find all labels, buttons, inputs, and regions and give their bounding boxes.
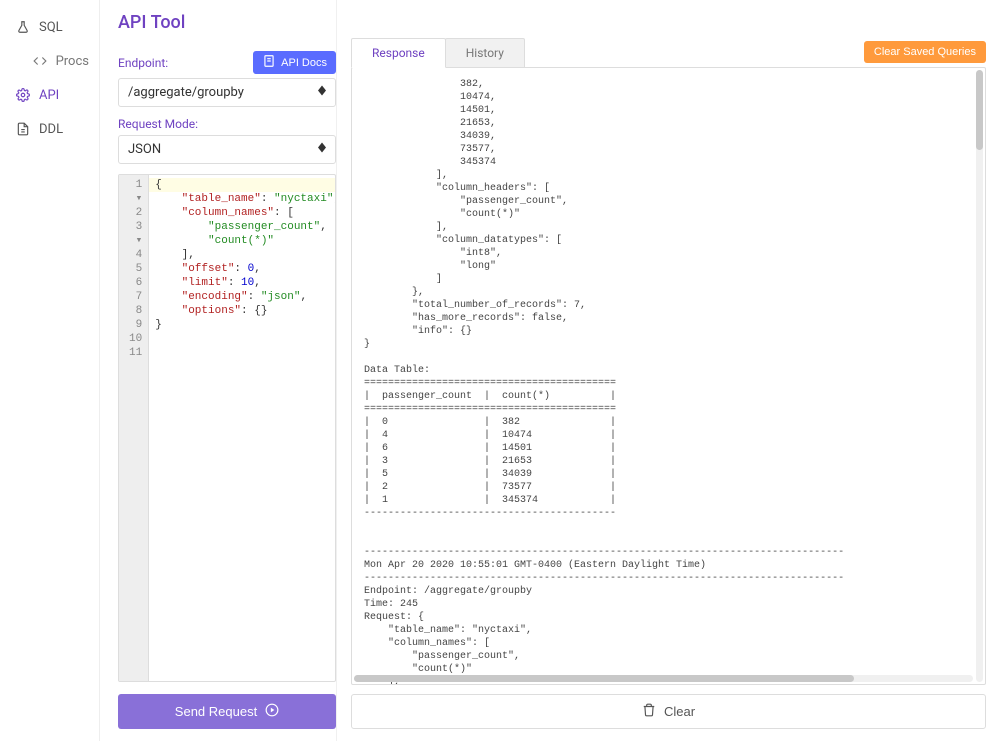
editor-body[interactable]: { "table_name": "nyctaxi", "column_names… bbox=[149, 175, 336, 681]
response-output[interactable]: 382, 10474, 14501, 21653, 34039, 73577, … bbox=[351, 67, 986, 685]
page-title: API Tool bbox=[118, 12, 336, 33]
tab-history[interactable]: History bbox=[445, 38, 525, 67]
document-icon bbox=[15, 121, 31, 137]
request-panel: API Tool Endpoint: API Docs /aggregate/g… bbox=[100, 0, 337, 741]
editor-gutter: 1 ▾2 3 ▾4 5 6 7 8 9 10 11 bbox=[119, 175, 149, 681]
sidebar-item-label: API bbox=[39, 88, 59, 103]
tabs: Response History bbox=[351, 38, 524, 67]
gear-icon bbox=[15, 87, 31, 103]
doc-icon bbox=[262, 54, 276, 71]
request-editor[interactable]: 1 ▾2 3 ▾4 5 6 7 8 9 10 11 { "table_name"… bbox=[118, 174, 336, 682]
clear-button[interactable]: Clear bbox=[351, 694, 986, 729]
main-content: API Tool Endpoint: API Docs /aggregate/g… bbox=[100, 0, 1000, 741]
trash-icon bbox=[642, 703, 656, 720]
send-request-button[interactable]: Send Request bbox=[118, 694, 336, 729]
play-icon bbox=[265, 703, 279, 720]
request-mode-label: Request Mode: bbox=[118, 117, 198, 131]
sidebar-item-sql[interactable]: SQL bbox=[0, 10, 99, 44]
sidebar-item-label: DDL bbox=[39, 122, 63, 137]
tab-response[interactable]: Response bbox=[351, 38, 446, 68]
flask-icon bbox=[15, 19, 31, 35]
code-icon bbox=[32, 53, 48, 69]
sidebar: SQL Procs API DDL bbox=[0, 0, 100, 741]
sidebar-item-label: Procs bbox=[56, 54, 89, 69]
endpoint-select[interactable]: /aggregate/groupby bbox=[118, 78, 336, 107]
horizontal-scrollbar[interactable] bbox=[354, 675, 973, 682]
clear-saved-queries-button[interactable]: Clear Saved Queries bbox=[864, 41, 986, 63]
sidebar-item-ddl[interactable]: DDL bbox=[0, 112, 99, 146]
api-docs-button[interactable]: API Docs bbox=[253, 51, 336, 74]
sidebar-item-api[interactable]: API bbox=[0, 78, 99, 112]
endpoint-label: Endpoint: bbox=[118, 56, 168, 70]
response-panel: Response History Clear Saved Queries 382… bbox=[337, 38, 1000, 741]
sidebar-item-procs[interactable]: Procs bbox=[0, 44, 99, 78]
request-mode-select[interactable]: JSON bbox=[118, 135, 336, 164]
sidebar-item-label: SQL bbox=[39, 20, 63, 35]
